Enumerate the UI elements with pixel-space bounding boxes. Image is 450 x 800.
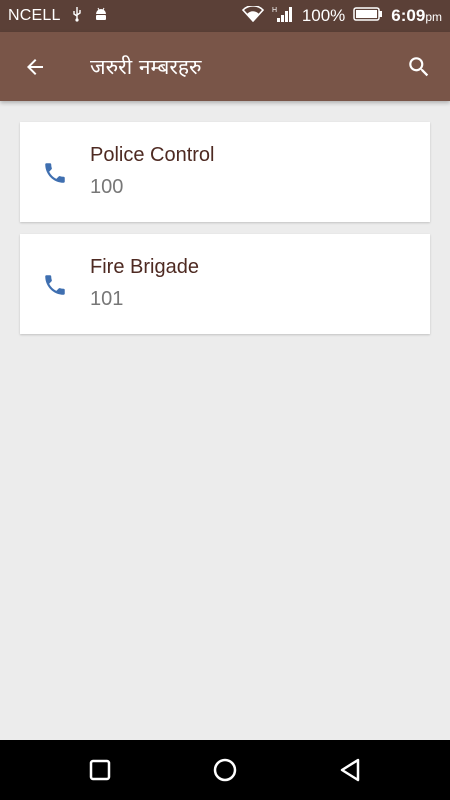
square-icon [89,759,111,781]
clock: 6:09pm [391,6,442,26]
contact-number: 101 [90,288,124,310]
phone-icon[interactable] [40,158,70,188]
system-nav-bar [0,740,450,800]
carrier-name: NCELL [8,7,61,24]
contact-card-police[interactable]: Police Control 100 [20,122,430,222]
contact-list: Police Control 100 Fire Brigade 101 [20,122,430,346]
recents-button[interactable] [85,755,115,785]
contact-number: 100 [90,176,124,198]
phone-icon[interactable] [40,270,70,300]
page-title: जरुरी नम्बरहरु [90,55,202,79]
contact-card-fire[interactable]: Fire Brigade 101 [20,234,430,334]
android-icon [93,6,109,27]
home-button[interactable] [210,755,240,785]
back-button[interactable] [20,52,50,82]
contact-name: Police Control [90,144,215,166]
wifi-icon [241,4,264,27]
signal-icon: H [272,5,294,28]
usb-icon [71,6,83,27]
app-toolbar: जरुरी नम्बरहरु [0,32,450,101]
status-bar: NCELL H 100% 6:09pm [0,0,450,32]
battery-percent: 100% [301,6,346,25]
triangle-back-icon [340,758,360,782]
contact-name: Fire Brigade [90,256,199,278]
battery-icon [353,6,383,26]
search-icon [409,57,429,77]
network-type-label: H [272,7,277,14]
back-nav-button[interactable] [335,755,365,785]
circle-icon [213,758,237,782]
clock-suffix: pm [425,10,442,24]
clock-time: 6:09 [391,6,426,25]
arrow-back-icon [27,59,43,75]
search-button[interactable] [404,52,434,82]
